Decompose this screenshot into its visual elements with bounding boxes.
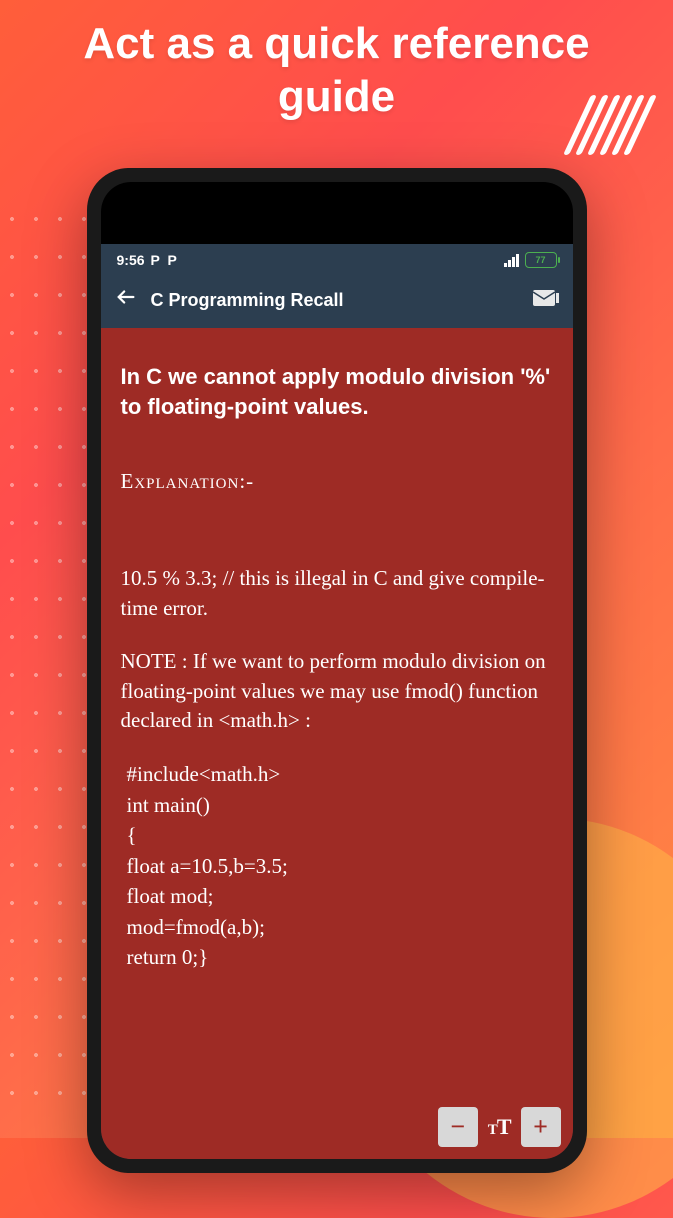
phone-frame: 9:56 P P 77 C Programming Recall In C	[87, 168, 587, 1173]
content-area[interactable]: In C we cannot apply modulo division '%'…	[101, 328, 573, 1159]
decorative-slashes	[577, 95, 643, 155]
signal-icon	[504, 254, 519, 267]
increase-font-button[interactable]: +	[521, 1107, 561, 1147]
app-screen: 9:56 P P 77 C Programming Recall In C	[101, 244, 573, 1159]
example-text: 10.5 % 3.3; // this is illegal in C and …	[121, 564, 553, 623]
explanation-label: Explanation:-	[121, 469, 553, 494]
status-bar: 9:56 P P 77	[101, 244, 573, 276]
decorative-dots	[0, 200, 100, 1100]
battery-icon: 77	[525, 252, 557, 268]
text-size-icon: TT	[488, 1114, 511, 1140]
code-block: #include<math.h> int main() { float a=10…	[121, 759, 553, 972]
content-heading: In C we cannot apply modulo division '%'…	[121, 362, 553, 421]
font-controls: − TT +	[438, 1107, 561, 1147]
note-text: NOTE : If we want to perform modulo divi…	[121, 647, 553, 735]
status-time: 9:56	[117, 252, 145, 268]
promo-title: Act as a quick reference guide	[0, 0, 673, 124]
status-indicator: P P	[151, 252, 179, 268]
mail-icon[interactable]	[533, 290, 559, 310]
app-bar: C Programming Recall	[101, 276, 573, 328]
app-bar-title: C Programming Recall	[151, 290, 519, 311]
back-arrow-icon[interactable]	[115, 286, 137, 314]
decrease-font-button[interactable]: −	[438, 1107, 478, 1147]
